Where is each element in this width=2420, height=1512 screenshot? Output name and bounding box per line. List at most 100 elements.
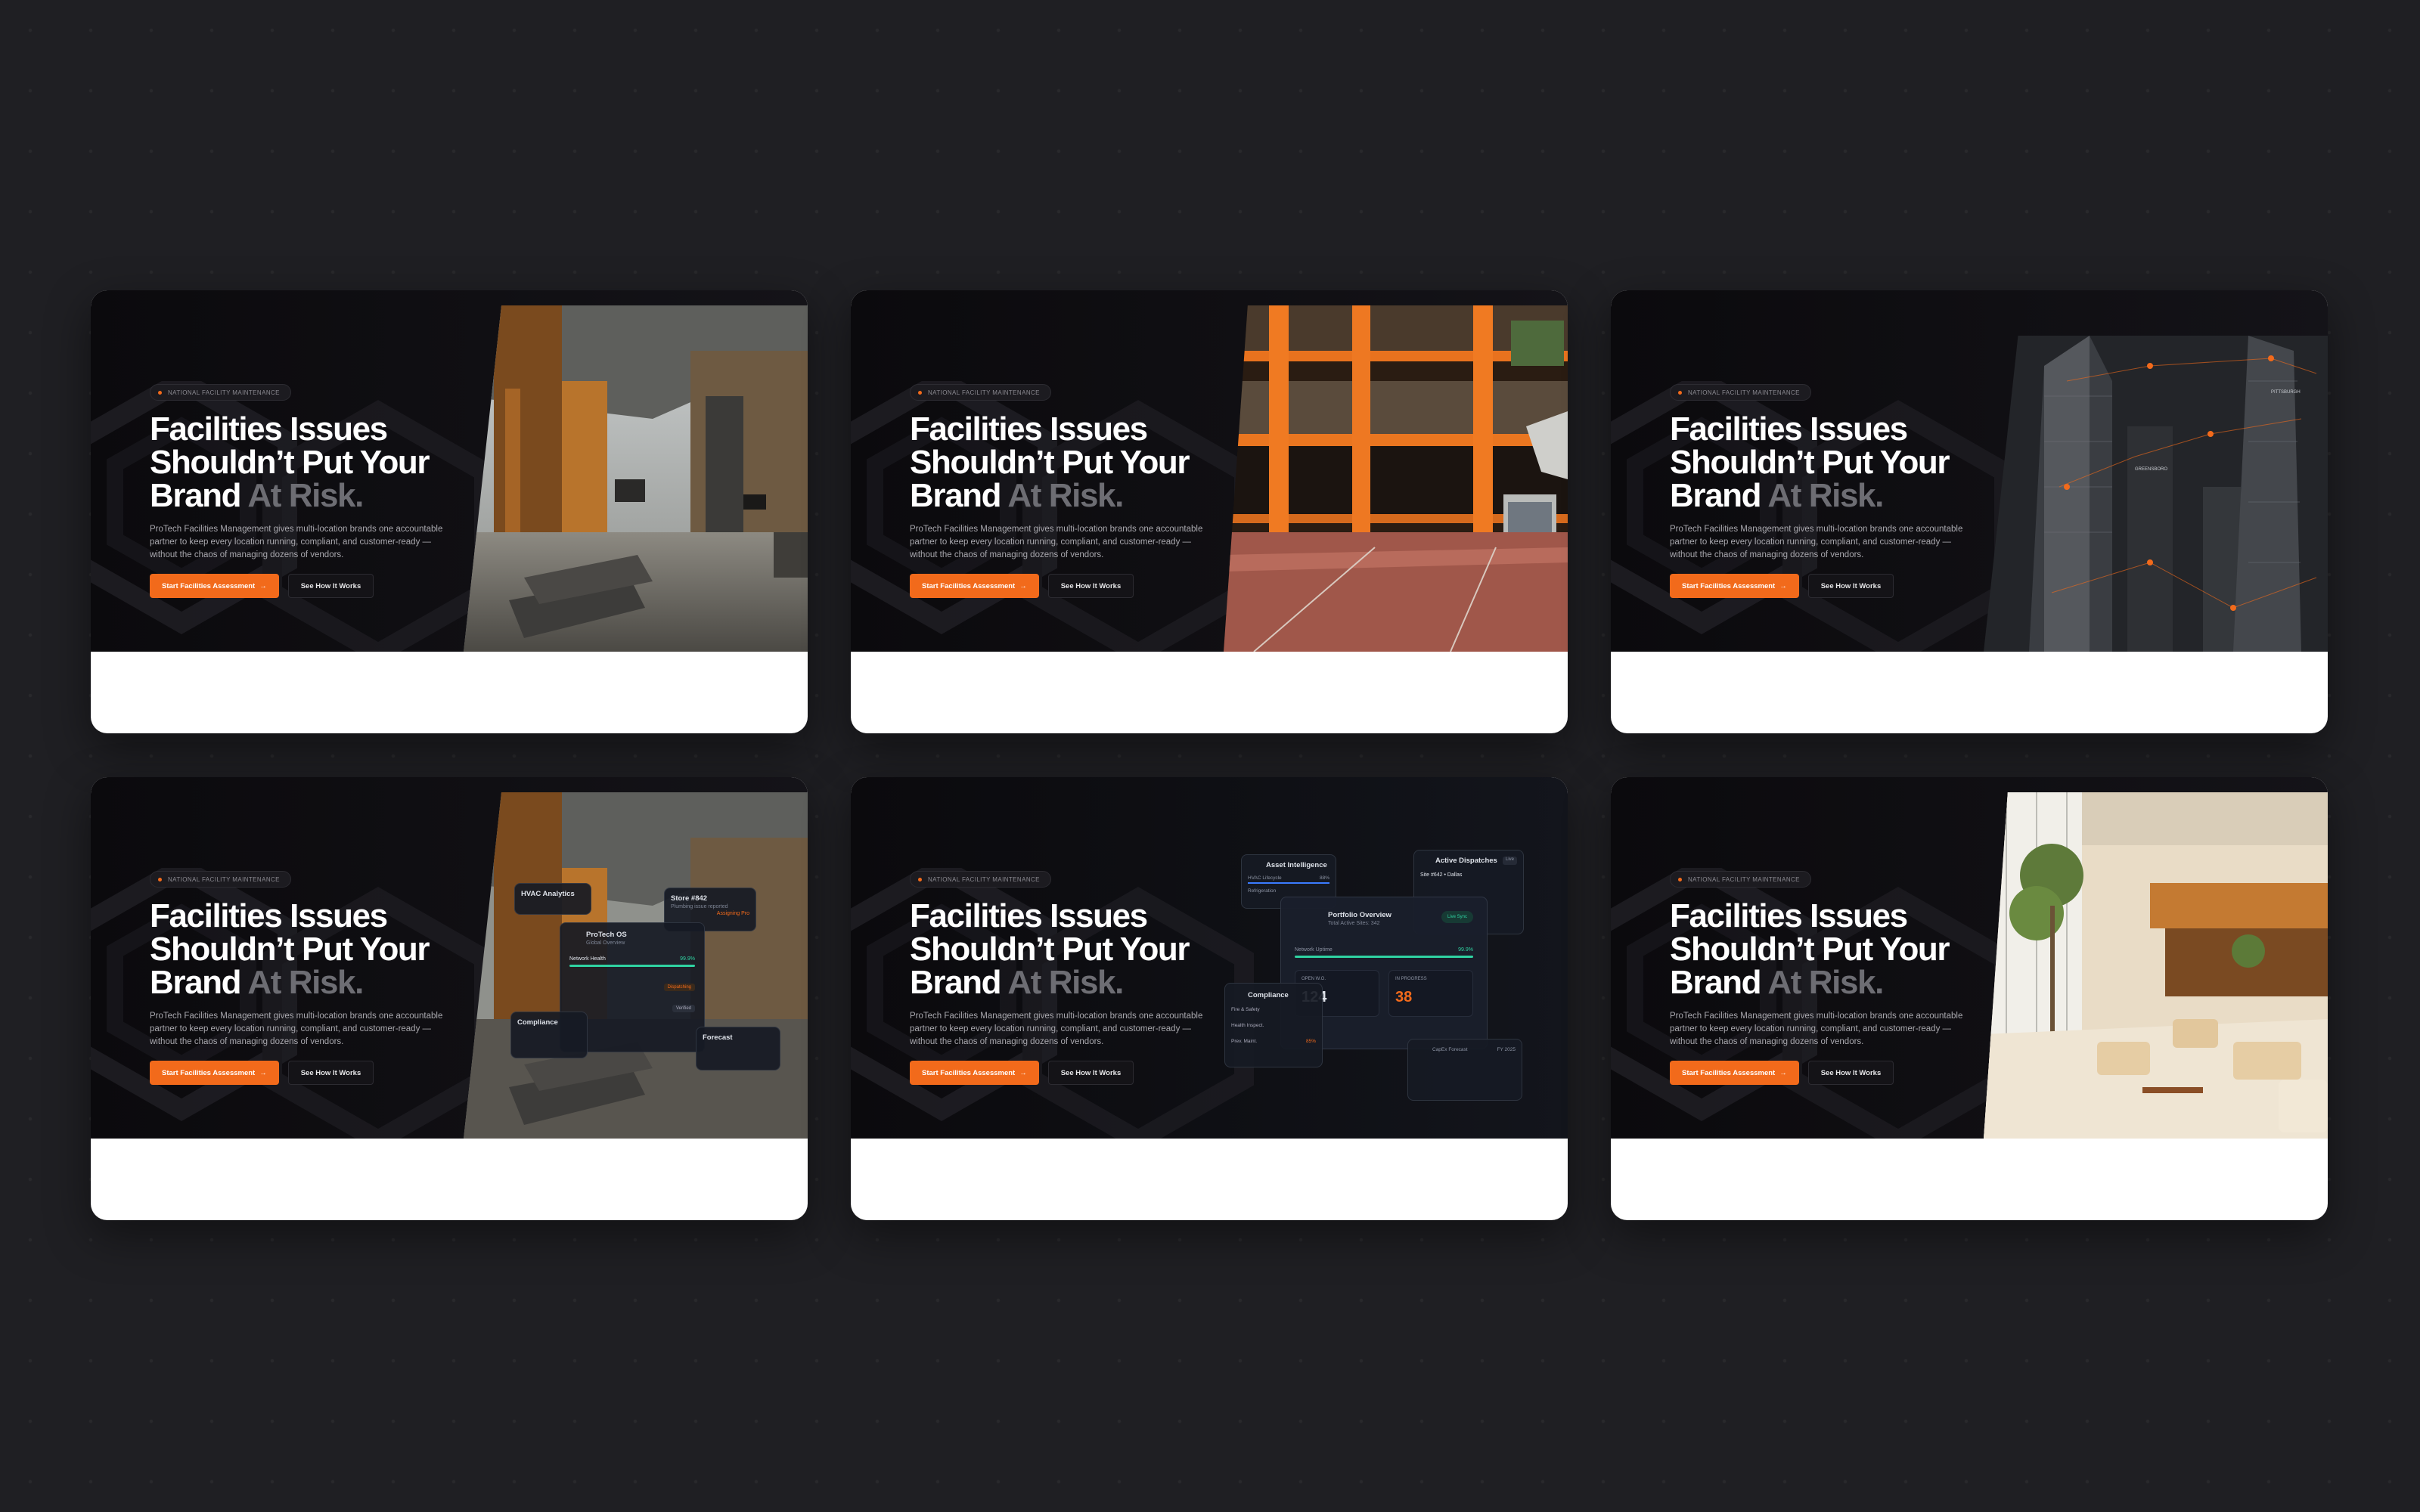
- arrow-right-icon: →: [259, 1068, 267, 1077]
- see-how-it-works-button[interactable]: See How It Works: [1807, 574, 1894, 598]
- badge-label: National Facility Maintenance: [928, 875, 1040, 883]
- active-sites: Total Active Sites: 342: [1328, 921, 1380, 926]
- hero-badge: National Facility Maintenance: [150, 871, 291, 888]
- see-how-it-works-button[interactable]: See How It Works: [1047, 1061, 1134, 1085]
- status-dot-icon: [1678, 877, 1682, 881]
- title-line-2: Shouldn’t Put Your: [1670, 931, 1950, 968]
- start-assessment-button[interactable]: Start Facilities Assessment →: [910, 574, 1039, 598]
- title-accent: At Risk.: [1767, 477, 1884, 514]
- see-how-it-works-button[interactable]: See How It Works: [287, 1061, 374, 1085]
- cta-group: Start Facilities Assessment → See How It …: [1670, 1061, 1987, 1085]
- hero-badge: National Facility Maintenance: [150, 384, 291, 401]
- hero-badge: National Facility Maintenance: [910, 871, 1051, 888]
- hero-description: ProTech Facilities Management gives mult…: [150, 525, 443, 559]
- os-title: ProTech OS: [586, 931, 627, 939]
- hero-badge: National Facility Maintenance: [910, 384, 1051, 401]
- hero-title: Facilities Issues Shouldn’t Put Your Brand…: [150, 413, 467, 513]
- arrow-right-icon: →: [1019, 581, 1027, 590]
- compliance-card[interactable]: Compliance: [510, 1012, 588, 1058]
- capex-forecast-card[interactable]: CapEx Forecast FY 2025: [1407, 1039, 1522, 1101]
- store-title: Store #842: [671, 894, 708, 903]
- in-progress-card[interactable]: IN PROGRESS 38: [1388, 970, 1473, 1017]
- start-assessment-button[interactable]: Start Facilities Assessment →: [1670, 1061, 1799, 1085]
- hvac-analytics-card[interactable]: HVAC Analytics: [514, 883, 591, 915]
- title-line-1: Facilities Issues: [1670, 897, 1908, 934]
- hero-content: National Facility Maintenance Facilities…: [1670, 871, 1987, 1085]
- see-how-it-works-button[interactable]: See How It Works: [1807, 1061, 1894, 1085]
- hero-content: National Facility Maintenance Facilities…: [150, 871, 467, 1085]
- variant-card-5[interactable]: Asset Intelligence HVAC Lifecycle 88% Ref…: [851, 777, 1568, 1220]
- title-line-3: Brand: [1670, 477, 1768, 514]
- title-accent: At Risk.: [1007, 964, 1124, 1001]
- secondary-cta-label: See How It Works: [1820, 581, 1882, 590]
- network-value: 99.9%: [680, 956, 695, 962]
- hero-description: ProTech Facilities Management gives mult…: [910, 525, 1203, 559]
- cta-group: Start Facilities Assessment → See How It …: [150, 1061, 467, 1085]
- primary-cta-label: Start Facilities Assessment: [922, 1068, 1016, 1077]
- arrow-right-icon: →: [1779, 581, 1787, 590]
- map-label-a: GREENSBORO: [2135, 467, 2167, 472]
- portfolio-title: Portfolio Overview: [1328, 911, 1392, 919]
- start-assessment-button[interactable]: Start Facilities Assessment →: [1670, 574, 1799, 598]
- uptime-value: 99.9%: [1458, 947, 1473, 953]
- badge-label: National Facility Maintenance: [168, 875, 280, 883]
- title-line-2: Shouldn’t Put Your: [910, 444, 1190, 481]
- hvac-lifecycle-label: HVAC Lifecycle: [1248, 875, 1282, 881]
- hero-content: National Facility Maintenance Facilities…: [910, 871, 1227, 1085]
- compliance-title: Compliance: [517, 1018, 558, 1027]
- start-assessment-button[interactable]: Start Facilities Assessment →: [150, 574, 279, 598]
- live-sync-badge: Live Sync: [1441, 911, 1473, 923]
- arrow-right-icon: →: [259, 581, 267, 590]
- variant-card-1[interactable]: National Facility Maintenance Facilities…: [91, 290, 808, 733]
- see-how-it-works-button[interactable]: See How It Works: [1047, 574, 1134, 598]
- in-progress-label: IN PROGRESS: [1395, 977, 1427, 981]
- variant-card-3[interactable]: GREENSBORO PITTSBURGH National Facility …: [1611, 290, 2328, 733]
- prev-maint-label: Prev. Maint.: [1231, 1039, 1258, 1044]
- capex-label: CapEx Forecast: [1432, 1047, 1468, 1052]
- start-assessment-button[interactable]: Start Facilities Assessment →: [150, 1061, 279, 1085]
- title-accent: At Risk.: [1767, 964, 1884, 1001]
- prev-maint-value: 85%: [1305, 1039, 1316, 1044]
- secondary-cta-label: See How It Works: [300, 1068, 361, 1077]
- secondary-cta-label: See How It Works: [1820, 1068, 1882, 1077]
- verified-tag: Verified: [672, 1005, 695, 1012]
- hvac-title: HVAC Analytics: [521, 890, 575, 898]
- fy-label: FY 2025: [1497, 1047, 1516, 1052]
- variant-card-4[interactable]: HVAC Analytics Store #842 Plumbing issue…: [91, 777, 808, 1220]
- hero-title: Facilities Issues Shouldn’t Put Your Brand…: [1670, 900, 1987, 999]
- dispatching-tag: Dispatching: [663, 984, 695, 991]
- primary-cta-label: Start Facilities Assessment: [162, 581, 256, 590]
- asset-title: Asset Intelligence: [1266, 861, 1327, 869]
- variant-grid: National Facility Maintenance Facilities…: [91, 290, 2328, 1220]
- title-line-2: Shouldn’t Put Your: [150, 444, 430, 481]
- live-tag: Live: [1502, 857, 1517, 865]
- badge-label: National Facility Maintenance: [1688, 389, 1800, 396]
- cta-group: Start Facilities Assessment → See How It …: [910, 574, 1227, 598]
- health-inspect-label: Health Inspect.: [1231, 1023, 1264, 1028]
- hero-section: HVAC Analytics Store #842 Plumbing issue…: [91, 777, 808, 1139]
- hero-title: Facilities Issues Shouldn’t Put Your Brand…: [1670, 413, 1987, 513]
- badge-label: National Facility Maintenance: [168, 389, 280, 396]
- in-progress-value: 38: [1395, 989, 1413, 1005]
- primary-cta-label: Start Facilities Assessment: [162, 1068, 256, 1077]
- variant-card-2[interactable]: National Facility Maintenance Facilities…: [851, 290, 1568, 733]
- primary-cta-label: Start Facilities Assessment: [1682, 581, 1776, 590]
- hero-description: ProTech Facilities Management gives mult…: [1670, 1012, 1963, 1046]
- forecast-card[interactable]: Forecast: [696, 1027, 780, 1070]
- start-assessment-button[interactable]: Start Facilities Assessment →: [910, 1061, 1039, 1085]
- title-line-2: Shouldn’t Put Your: [150, 931, 430, 968]
- variant-card-6[interactable]: National Facility Maintenance Facilities…: [1611, 777, 2328, 1220]
- hero-image-orange-atrium: [1224, 305, 1568, 652]
- title-line-1: Facilities Issues: [910, 897, 1148, 934]
- hero-section: Asset Intelligence HVAC Lifecycle 88% Ref…: [851, 777, 1568, 1139]
- cta-group: Start Facilities Assessment → See How It …: [1670, 574, 1987, 598]
- map-label-b: PITTSBURGH: [2271, 390, 2301, 395]
- fire-safety-label: Fire & Safety: [1231, 1007, 1260, 1012]
- hero-title: Facilities Issues Shouldn’t Put Your Brand…: [150, 900, 467, 999]
- hero-content: National Facility Maintenance Facilities…: [1670, 384, 1987, 598]
- see-how-it-works-button[interactable]: See How It Works: [287, 574, 374, 598]
- title-accent: At Risk.: [247, 964, 364, 1001]
- title-line-3: Brand: [150, 477, 248, 514]
- compliance-card[interactable]: Compliance Fire & Safety Health Inspect.…: [1224, 983, 1323, 1067]
- primary-cta-label: Start Facilities Assessment: [1682, 1068, 1776, 1077]
